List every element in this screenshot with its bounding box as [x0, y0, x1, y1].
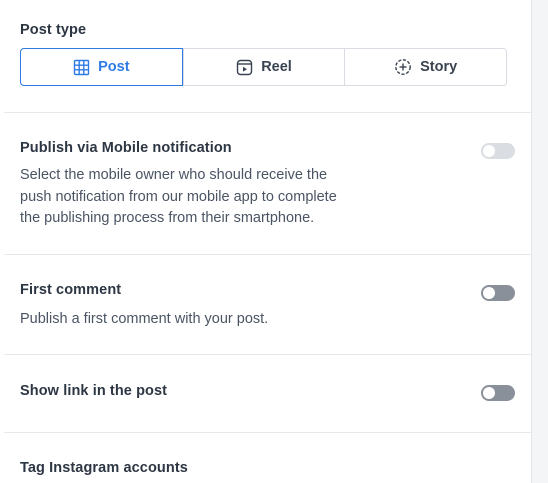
- grid-icon: [73, 59, 90, 76]
- first-comment-description: Publish a first comment with your post.: [20, 311, 269, 327]
- section-divider: [4, 112, 531, 113]
- post-type-option-story[interactable]: Story: [344, 49, 506, 85]
- first-comment-heading: First comment: [20, 282, 122, 298]
- post-type-heading: Post type: [20, 22, 87, 38]
- toggle-knob: [483, 387, 495, 399]
- toggle-knob: [483, 145, 495, 157]
- mobile-notification-heading: Publish via Mobile notification: [20, 140, 232, 156]
- reel-play-icon: [236, 59, 253, 76]
- post-type-option-label: Post: [98, 59, 130, 75]
- post-type-option-post[interactable]: Post: [20, 48, 183, 86]
- show-link-heading: Show link in the post: [20, 383, 168, 399]
- mobile-notification-description: Select the mobile owner who should recei…: [20, 167, 337, 226]
- section-divider: [4, 432, 531, 433]
- story-plus-icon: [394, 58, 412, 76]
- post-type-selector: Post Reel Story: [20, 48, 507, 86]
- section-divider: [4, 254, 531, 255]
- post-settings-panel: Post type Post Reel Story Publish via Mo…: [0, 0, 532, 483]
- show-link-toggle[interactable]: [481, 385, 515, 401]
- mobile-notification-toggle[interactable]: [481, 143, 515, 159]
- toggle-knob: [483, 287, 495, 299]
- post-type-option-label: Reel: [261, 59, 292, 75]
- tag-accounts-heading: Tag Instagram accounts: [20, 460, 188, 476]
- post-type-option-label: Story: [420, 59, 458, 75]
- first-comment-toggle[interactable]: [481, 285, 515, 301]
- section-divider: [4, 354, 531, 355]
- post-type-option-reel[interactable]: Reel: [182, 49, 345, 85]
